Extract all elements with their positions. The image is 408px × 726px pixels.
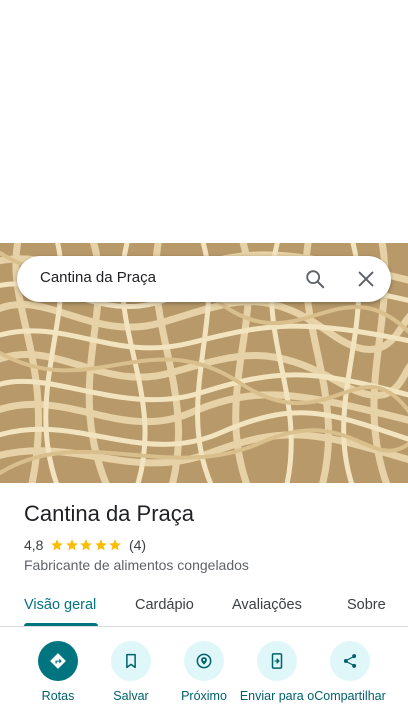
review-count[interactable]: (4) [129, 537, 146, 553]
directions-button[interactable]: Rotas [18, 641, 98, 703]
star-icon [109, 539, 122, 551]
share-label: Compartilhar [314, 689, 386, 703]
place-tabs: Visão geral Cardápio Avaliações Sobre [0, 591, 408, 627]
place-title: Cantina da Praça [24, 501, 194, 526]
bookmark-icon [126, 653, 136, 669]
search-bar[interactable]: Cantina da Praça [17, 256, 391, 302]
star-icon [66, 539, 78, 551]
save-label: Salvar [113, 689, 149, 703]
send-to-phone-label: Enviar para o [239, 689, 315, 703]
share-button[interactable]: Compartilhar [310, 641, 390, 703]
send-to-phone-icon [271, 653, 283, 669]
nearby-label: Próximo [181, 689, 227, 703]
star-rating [50, 538, 123, 552]
nearby-icon [196, 653, 212, 669]
active-tab-indicator [24, 623, 98, 626]
tab-overview[interactable]: Visão geral [24, 597, 96, 613]
close-icon[interactable] [355, 268, 377, 290]
directions-icon [50, 653, 66, 669]
send-to-phone-button[interactable]: Enviar para o [237, 641, 317, 703]
place-details-panel: Cantina da Praça 4,8 (4) Fabricante de a… [0, 483, 408, 726]
tab-about[interactable]: Sobre [347, 597, 386, 613]
star-icon [80, 539, 93, 551]
action-buttons: Rotas Salvar Próximo Enviar para o Compa… [0, 641, 408, 726]
directions-label: Rotas [41, 689, 75, 703]
place-category[interactable]: Fabricante de alimentos congelados [24, 557, 249, 573]
star-icon [95, 539, 107, 551]
tab-menu[interactable]: Cardápio [135, 597, 194, 613]
rating-value: 4,8 [24, 537, 44, 553]
rating-row[interactable]: 4,8 (4) [24, 536, 146, 554]
nearby-button[interactable]: Próximo [164, 641, 244, 703]
search-query-text[interactable]: Cantina da Praça [40, 269, 156, 286]
share-icon [343, 654, 357, 668]
save-button[interactable]: Salvar [91, 641, 171, 703]
search-icon[interactable] [304, 268, 326, 290]
map-area[interactable] [0, 0, 408, 243]
star-icon [51, 539, 64, 551]
tab-reviews[interactable]: Avaliações [232, 597, 302, 613]
